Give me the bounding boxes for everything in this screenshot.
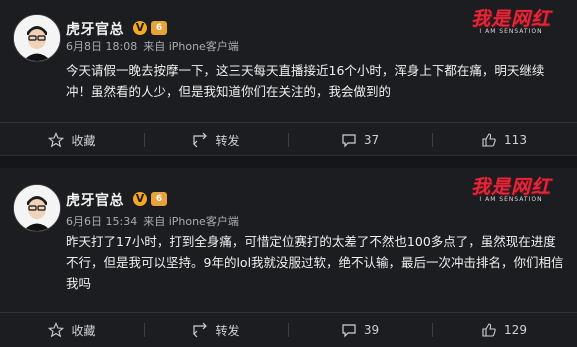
- favorite-label: 收藏: [71, 323, 96, 338]
- weibo-post: 虎牙官总 V 6 6月8日 18:08 来自 iPhone客户端 我是网红 I A…: [0, 0, 577, 155]
- star-icon: [48, 132, 65, 148]
- thumbs-up-icon: [482, 323, 496, 337]
- repost-button[interactable]: 转发: [144, 313, 288, 347]
- favorite-button[interactable]: 收藏: [0, 123, 144, 157]
- comment-button[interactable]: 39: [288, 313, 432, 347]
- action-bar: 收藏 转发 39 129: [0, 312, 577, 347]
- comment-button[interactable]: 37: [288, 123, 432, 157]
- logo-subtext: I AM SENSATION: [479, 196, 543, 203]
- comment-count: 37: [363, 133, 380, 147]
- watermark-logo: 我是网红 I AM SENSATION: [457, 172, 565, 208]
- comment-icon: [342, 324, 356, 338]
- favorite-label: 收藏: [71, 133, 96, 148]
- repost-button[interactable]: 转发: [144, 123, 288, 157]
- action-bar: 收藏 转发 37 113: [0, 122, 577, 157]
- avatar[interactable]: [13, 14, 61, 62]
- avatar[interactable]: [13, 184, 61, 232]
- like-button[interactable]: 113: [432, 123, 576, 157]
- post-meta: 6月8日 18:08 来自 iPhone客户端: [66, 38, 239, 54]
- logo-text: 我是网红: [470, 8, 551, 30]
- star-icon: [48, 322, 65, 338]
- avatar-image: [14, 15, 60, 61]
- repost-label: 转发: [215, 133, 240, 148]
- username[interactable]: 虎牙官总: [66, 190, 124, 210]
- like-count: 129: [504, 323, 527, 337]
- repost-icon: [193, 132, 208, 148]
- verified-icon: V: [133, 21, 147, 35]
- repost-icon: [193, 322, 208, 338]
- thumbs-up-icon: [482, 133, 496, 147]
- level-badge-icon: 6: [151, 192, 167, 206]
- verified-icon: V: [133, 192, 147, 206]
- comment-icon: [342, 134, 356, 148]
- post-content: 昨天打了17小时，打到全身痛，可惜定位赛打的太差了不然也100多点了，虽然现在进…: [66, 234, 564, 291]
- logo-subtext: I AM SENSATION: [479, 28, 543, 35]
- post-content: 今天请假一晚去按摩一下，这三天每天直播接近16个小时，浑身上下都在痛，明天继续冲…: [66, 63, 545, 99]
- favorite-button[interactable]: 收藏: [0, 313, 144, 347]
- watermark-logo: 我是网红 I AM SENSATION: [457, 4, 565, 40]
- repost-label: 转发: [215, 323, 240, 338]
- avatar-image: [14, 185, 60, 231]
- post-meta: 6月6日 15:34 来自 iPhone客户端: [66, 213, 239, 229]
- like-count: 113: [504, 133, 527, 147]
- weibo-post: 虎牙官总 V 6 6月6日 15:34 来自 iPhone客户端 我是网红 I A…: [0, 168, 577, 345]
- comment-count: 39: [363, 323, 380, 337]
- post-date[interactable]: 6月6日 15:34: [66, 215, 137, 228]
- logo-text: 我是网红: [470, 176, 551, 198]
- username[interactable]: 虎牙官总: [66, 19, 124, 39]
- post-source: 来自 iPhone客户端: [143, 40, 239, 53]
- post-date[interactable]: 6月8日 18:08: [66, 40, 137, 53]
- like-button[interactable]: 129: [432, 313, 576, 347]
- post-source: 来自 iPhone客户端: [143, 215, 239, 228]
- level-badge-icon: 6: [151, 21, 167, 35]
